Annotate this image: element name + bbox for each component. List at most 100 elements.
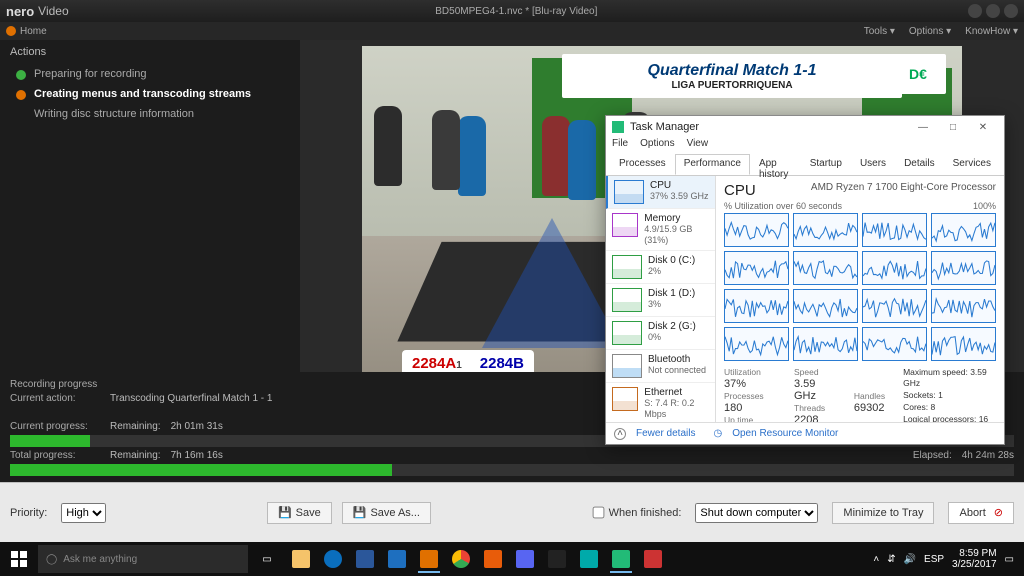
when-finished-label: When finished: xyxy=(609,507,682,519)
action-current: Creating menus and transcoding streams xyxy=(10,84,290,104)
save-as-button[interactable]: 💾Save As... xyxy=(342,502,431,524)
minimize-window-icon[interactable] xyxy=(968,4,982,18)
when-finished-check[interactable]: When finished: xyxy=(592,506,682,519)
home-button[interactable]: Home xyxy=(6,26,47,37)
tm-maximize-icon[interactable]: □ xyxy=(938,122,968,133)
tm-side-memory[interactable]: Memory4.9/15.9 GB (31%) xyxy=(606,209,715,251)
priority-select[interactable]: High xyxy=(61,503,106,523)
total-remaining-label: Remaining: xyxy=(110,450,161,461)
app-misc2[interactable] xyxy=(638,545,668,573)
match-banner: Quarterfinal Match 1-1 LIGA PUERTORRIQUE… xyxy=(562,54,902,98)
app-misc1[interactable] xyxy=(574,545,604,573)
tm-file-menu[interactable]: File xyxy=(612,138,628,154)
tm-tab-users[interactable]: Users xyxy=(851,154,895,175)
match-subtitle: LIGA PUERTORRIQUENA xyxy=(671,80,792,91)
app-explorer[interactable] xyxy=(286,545,316,573)
app-terminal[interactable] xyxy=(542,545,572,573)
tray-clock[interactable]: 8:59 PM 3/25/2017 xyxy=(952,548,997,570)
app-edge[interactable] xyxy=(318,545,348,573)
tm-titlebar[interactable]: Task Manager — □ ✕ xyxy=(606,116,1004,138)
tm-side-disk-0-c-[interactable]: Disk 0 (C:)2% xyxy=(606,251,715,284)
app-vlc[interactable] xyxy=(478,545,508,573)
action-done-label: Preparing for recording xyxy=(34,68,147,80)
tm-graph-max: 100% xyxy=(973,201,996,211)
stat-hnd: 69302 xyxy=(854,402,885,414)
tm-core-graph xyxy=(793,289,858,323)
action-center-icon[interactable]: ▭ xyxy=(1005,554,1014,565)
tm-options-menu[interactable]: Options xyxy=(640,138,674,154)
app-nero[interactable] xyxy=(414,545,444,573)
tray-lang[interactable]: ESP xyxy=(924,554,944,565)
cortana-search[interactable]: ◯Ask me anything xyxy=(38,545,248,573)
stat-maxsp-label: Maximum speed: xyxy=(903,367,968,377)
tm-tab-performance[interactable]: Performance xyxy=(675,154,750,175)
tm-side-list: CPU37% 3.59 GHzMemory4.9/15.9 GB (31%)Di… xyxy=(606,176,716,422)
app-discord[interactable] xyxy=(510,545,540,573)
tray-network-icon[interactable]: ⇵ xyxy=(887,554,895,565)
save-button[interactable]: 💾Save xyxy=(267,502,332,524)
tm-core-graph xyxy=(793,327,858,361)
app-mail[interactable] xyxy=(382,545,412,573)
knowhow-menu[interactable]: KnowHow ▾ xyxy=(965,26,1018,37)
tm-side-cpu[interactable]: CPU37% 3.59 GHz xyxy=(606,176,715,209)
stat-cores-label: Cores: xyxy=(903,402,928,412)
app-chrome[interactable] xyxy=(446,545,476,573)
task-view-button[interactable]: ▭ xyxy=(252,545,282,573)
tray-chevron-icon[interactable]: ˄ xyxy=(873,554,879,565)
tm-side-disk-2-g-[interactable]: Disk 2 (G:)0% xyxy=(606,317,715,350)
home-label: Home xyxy=(20,26,47,37)
orm-icon[interactable]: ◷ xyxy=(713,428,722,439)
options-menu[interactable]: Options ▾ xyxy=(909,26,951,37)
start-button[interactable] xyxy=(4,545,34,573)
tm-core-graph xyxy=(931,251,996,285)
system-tray: ˄ ⇵ 🔊 ESP 8:59 PM 3/25/2017 ▭ xyxy=(873,548,1020,570)
current-action-key: Current action: xyxy=(10,393,100,404)
tm-tab-services[interactable]: Services xyxy=(944,154,1000,175)
de-logo: D€ xyxy=(890,54,946,94)
elapsed-value: 4h 24m 28s xyxy=(962,450,1014,461)
taskbar-apps xyxy=(286,545,668,573)
tm-view-menu[interactable]: View xyxy=(687,138,709,154)
tm-core-graph xyxy=(724,289,789,323)
fewer-details-link[interactable]: Fewer details xyxy=(636,428,695,439)
tray-volume-icon[interactable]: 🔊 xyxy=(904,554,916,565)
nero-menubar: Home Tools ▾ Options ▾ KnowHow ▾ xyxy=(0,22,1024,40)
minimize-tray-button[interactable]: Minimize to Tray xyxy=(832,502,934,524)
abort-label: Abort xyxy=(959,507,985,519)
tm-tab-processes[interactable]: Processes xyxy=(610,154,675,175)
app-taskmgr[interactable] xyxy=(606,545,636,573)
tools-menu[interactable]: Tools ▾ xyxy=(864,26,895,37)
tm-core-graph xyxy=(931,213,996,247)
actions-heading: Actions xyxy=(10,46,290,58)
windows-taskbar: ◯Ask me anything ▭ ˄ ⇵ 🔊 ESP 8:59 PM 3/2… xyxy=(0,542,1024,576)
tm-close-icon[interactable]: ✕ xyxy=(968,122,998,133)
tm-tabs: ProcessesPerformanceApp historyStartupUs… xyxy=(606,154,1004,176)
stat-sock-label: Sockets: xyxy=(903,390,936,400)
tm-side-ethernet[interactable]: EthernetS: 7.4 R: 0.2 Mbps xyxy=(606,383,715,422)
abort-button[interactable]: Abort⊘ xyxy=(948,502,1014,524)
tm-side-disk-1-d-[interactable]: Disk 1 (D:)3% xyxy=(606,284,715,317)
when-finished-select[interactable]: Shut down computer xyxy=(695,503,818,523)
task-manager-window[interactable]: Task Manager — □ ✕ File Options View Pro… xyxy=(605,115,1005,445)
nero-logo: nero xyxy=(6,4,34,19)
tm-core-graph xyxy=(862,327,927,361)
stat-lp: 16 xyxy=(979,414,988,422)
open-resource-monitor-link[interactable]: Open Resource Monitor xyxy=(732,428,838,439)
tm-stats: Utilization37% Processes180 Up time1:20:… xyxy=(724,367,996,422)
stat-util-label: Utilization xyxy=(724,367,776,377)
tm-tab-app-history[interactable]: App history xyxy=(750,154,801,175)
tm-tab-startup[interactable]: Startup xyxy=(801,154,851,175)
save-label: Save xyxy=(296,507,321,519)
fewer-details-icon[interactable]: ˄ xyxy=(614,428,626,440)
nero-footer: Priority: High 💾Save 💾Save As... When fi… xyxy=(0,482,1024,542)
tm-core-graph xyxy=(724,213,789,247)
tm-tab-details[interactable]: Details xyxy=(895,154,944,175)
close-window-icon[interactable] xyxy=(1004,4,1018,18)
app-store[interactable] xyxy=(350,545,380,573)
tm-core-grid xyxy=(724,213,996,361)
current-remaining-label: Remaining: xyxy=(110,421,161,432)
tm-side-bluetooth[interactable]: BluetoothNot connected xyxy=(606,350,715,383)
maximize-window-icon[interactable] xyxy=(986,4,1000,18)
tm-minimize-icon[interactable]: — xyxy=(908,122,938,133)
tm-menubar: File Options View xyxy=(606,138,1004,154)
